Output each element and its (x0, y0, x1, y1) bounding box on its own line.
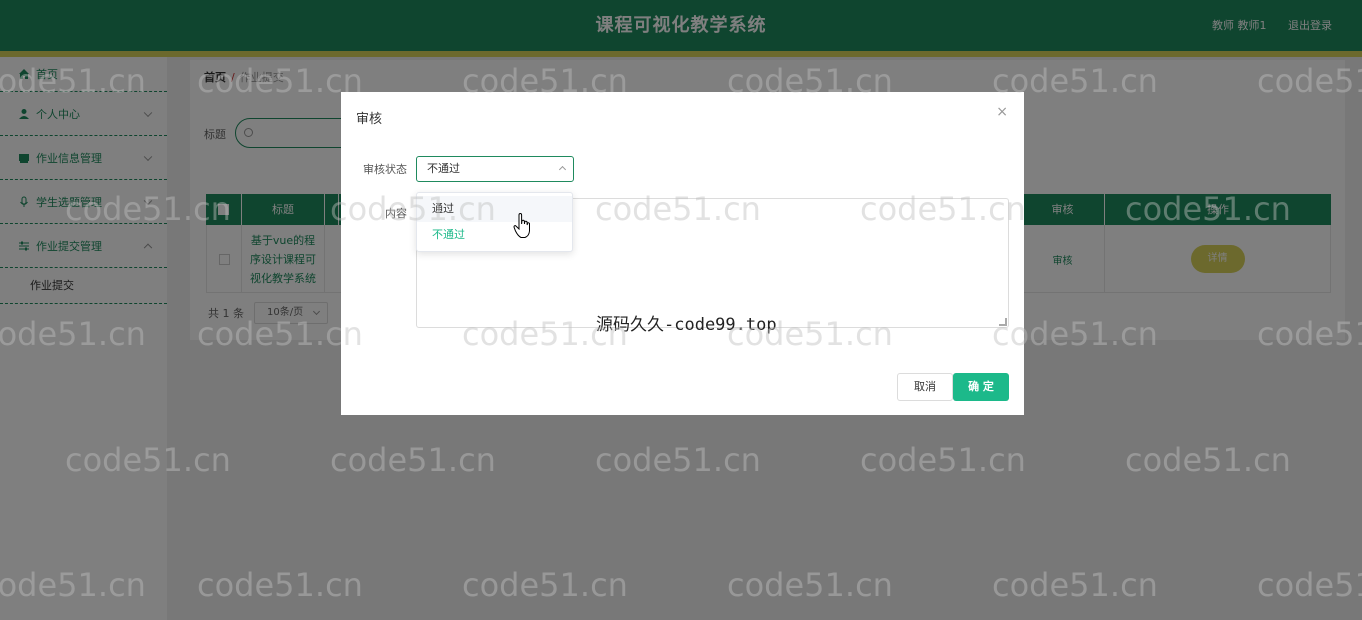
overlay-watermark-text: 源码久久-code99.top (596, 315, 777, 335)
content-label: 内容 (385, 207, 407, 220)
close-icon[interactable]: × (996, 104, 1008, 120)
cancel-button[interactable]: 取消 (897, 373, 953, 401)
status-label: 审核状态 (363, 163, 407, 176)
status-select[interactable]: 不通过 (416, 156, 574, 182)
chevron-up-icon (558, 165, 567, 174)
dialog-title: 审核 (356, 112, 383, 127)
audit-dialog: 审核 × 审核状态 不通过 内容 源码久久-code99.top 取消 确 定 (341, 92, 1024, 415)
dropdown-option-pass[interactable]: 通过 (417, 196, 572, 222)
resize-handle[interactable] (999, 318, 1007, 326)
hand-cursor-icon (513, 213, 530, 238)
dropdown-option-fail[interactable]: 不通过 (417, 222, 572, 248)
status-select-value: 不通过 (427, 162, 460, 175)
confirm-button[interactable]: 确 定 (953, 373, 1009, 401)
status-dropdown: 通过 不通过 (416, 192, 573, 252)
